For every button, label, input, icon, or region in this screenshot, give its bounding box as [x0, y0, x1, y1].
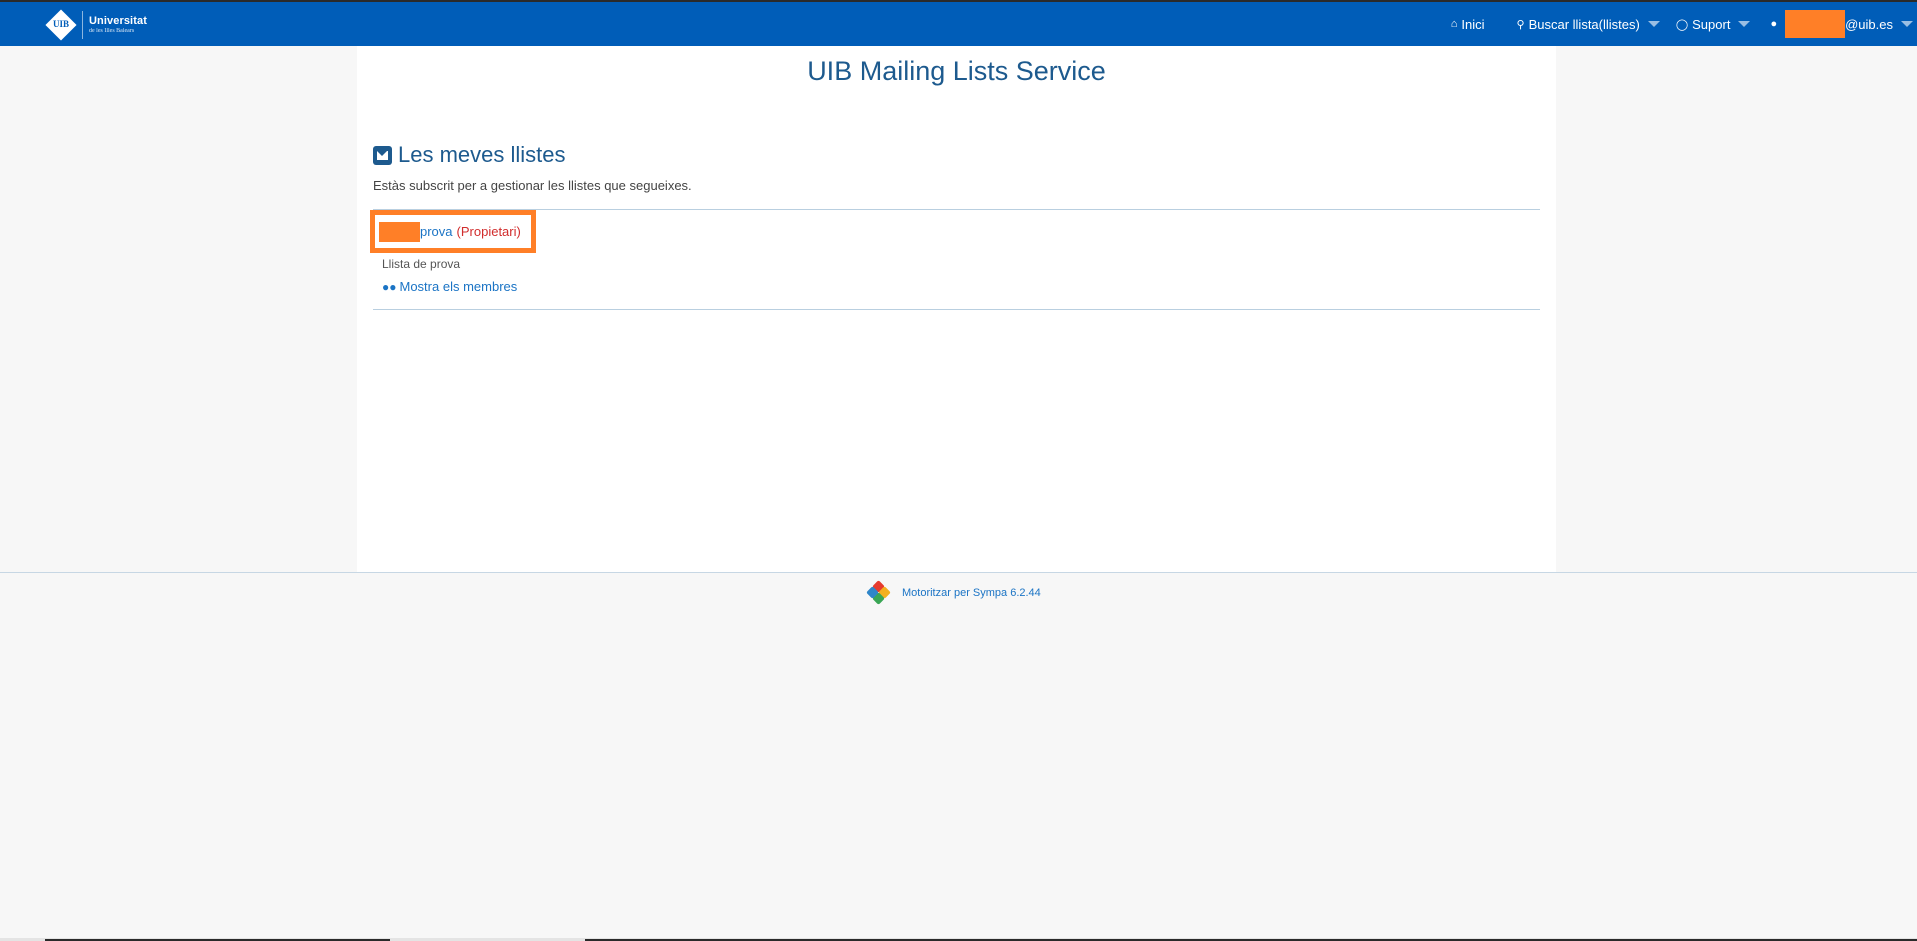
nav-search-lists[interactable]: ⚲ Buscar llista(llistes) — [1517, 17, 1660, 32]
list-name-link[interactable]: prova — [420, 224, 453, 239]
nav-home[interactable]: ⌂ Inici — [1451, 17, 1485, 32]
intro-text: Estàs subscrit per a gestionar les llist… — [373, 178, 692, 193]
globe-icon: ◯ — [1675, 18, 1689, 31]
nav-user-menu[interactable]: ● @uib.es — [1770, 10, 1913, 38]
powered-by-link[interactable]: Motoritzar per Sympa 6.2.44 — [902, 587, 1041, 599]
list-description: Llista de prova — [382, 257, 461, 271]
home-icon: ⌂ — [1450, 18, 1458, 30]
redacted-username — [1785, 10, 1846, 38]
nav-support-label: Suport — [1692, 16, 1731, 32]
university-logo[interactable]: UIB Universitat de les Illes Balears — [44, 8, 147, 42]
chevron-down-icon — [1647, 21, 1660, 27]
user-icon: ● — [1770, 18, 1778, 30]
footer-divider — [0, 572, 1917, 573]
uib-emblem: UIB — [44, 8, 78, 42]
divider — [373, 209, 1540, 210]
nav-user-domain: @uib.es — [1845, 16, 1893, 32]
nav-home-label: Inici — [1461, 16, 1485, 32]
brand-text: Universitat de les Illes Balears — [89, 15, 147, 35]
main-nav: ⌂ Inici ⚲ Buscar llista(llistes) ◯ Supor… — [1427, 2, 1917, 46]
list-role-badge: (Propietari) — [456, 224, 521, 239]
main-content: UIB Mailing Lists Service Les meves llis… — [357, 46, 1556, 572]
nav-support[interactable]: ◯ Suport — [1676, 17, 1751, 32]
footer: Motoritzar per Sympa 6.2.44 — [866, 580, 1041, 605]
section-title-my-lists: Les meves llistes — [373, 142, 566, 168]
divider — [373, 309, 1540, 310]
chevron-down-icon — [1738, 21, 1751, 27]
top-navbar: UIB Universitat de les Illes Balears ⌂ I… — [0, 0, 1917, 46]
brand-line1: Universitat — [89, 15, 147, 27]
users-icon: ●● — [382, 279, 397, 294]
page-title: UIB Mailing Lists Service — [807, 56, 1106, 86]
sympa-logo-icon — [866, 580, 891, 605]
list-title-highlight: prova (Propietari) — [370, 210, 536, 253]
nav-search-label: Buscar llista(llistes) — [1528, 16, 1640, 32]
list-item: prova (Propietari) Llista de prova ●● Mo… — [370, 210, 536, 294]
redacted-list-prefix — [379, 221, 420, 242]
search-icon: ⚲ — [1516, 18, 1525, 31]
brand-divider — [82, 11, 83, 39]
envelope-icon — [373, 145, 392, 165]
section-title-label: Les meves llistes — [398, 142, 566, 167]
brand-line2: de les Illes Balears — [89, 28, 135, 34]
chevron-down-icon — [1901, 21, 1913, 27]
show-members-link[interactable]: ●● Mostra els membres — [382, 279, 517, 294]
show-members-label: Mostra els membres — [399, 279, 518, 294]
